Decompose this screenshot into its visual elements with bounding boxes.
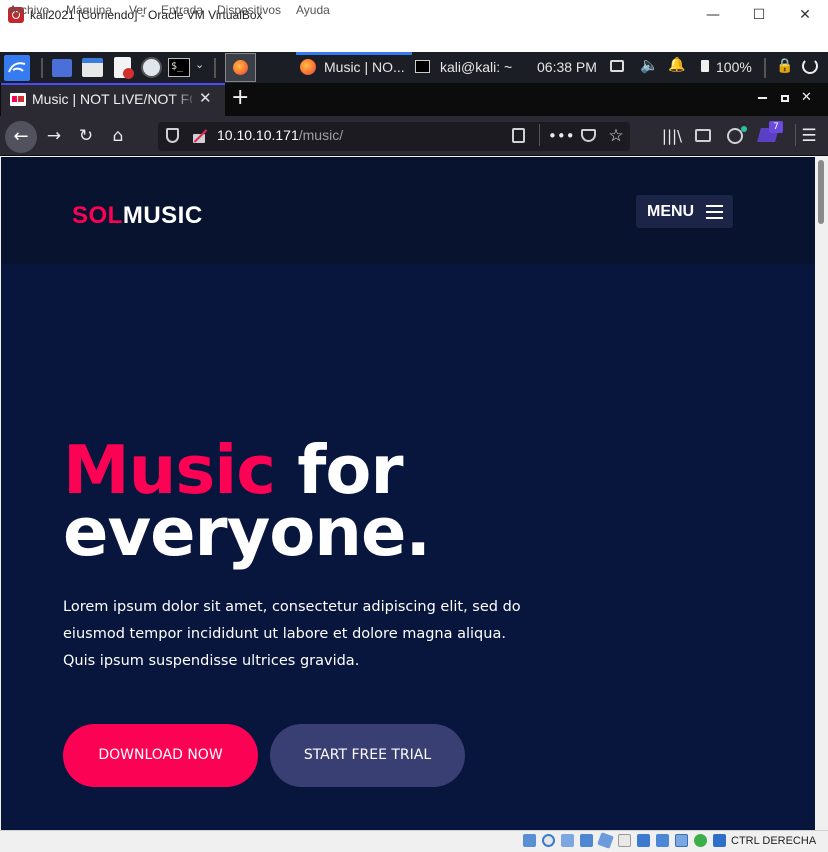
text-editor-icon[interactable] (114, 57, 134, 79)
logo-music: MUSIC (122, 202, 203, 229)
panel-clock[interactable]: 06:38 PM (537, 59, 597, 75)
site-menu-icon-line (706, 217, 723, 219)
url-text[interactable]: 10.10.10.171/music/ (217, 127, 343, 143)
close-tab-icon[interactable]: ✕ (199, 89, 212, 107)
url-host: 10.10.10.171 (217, 127, 299, 143)
site-menu-label: MENU (647, 203, 695, 220)
site-menu-icon (706, 205, 723, 207)
hard-disk-icon[interactable] (523, 834, 536, 847)
home-icon[interactable]: ⌂ (105, 122, 131, 150)
url-path: /music/ (298, 127, 344, 143)
account-status-dot (741, 126, 747, 132)
new-tab-icon[interactable]: + (231, 85, 249, 110)
page-scrollbar[interactable] (815, 157, 828, 830)
panel-separator (214, 58, 216, 78)
menu-archivo[interactable]: Archivo (9, 3, 49, 17)
terminal-launcher-icon[interactable]: $_ (168, 58, 190, 77)
panel-separator (764, 58, 766, 78)
firefox-task-icon (300, 59, 316, 75)
mouse-integration-icon[interactable] (713, 834, 726, 847)
battery-icon[interactable] (701, 60, 709, 72)
start-free-trial-button[interactable]: START FREE TRIAL (270, 724, 465, 787)
bookmark-star-icon[interactable]: ☆ (604, 122, 628, 150)
ff-maximize-button[interactable] (781, 95, 789, 102)
ff-close-button[interactable]: ✕ (801, 90, 812, 105)
task-firefox-label[interactable]: Music | NO... (324, 59, 405, 75)
file-manager-icon[interactable] (82, 58, 103, 77)
menu-ayuda[interactable]: Ayuda (296, 3, 330, 17)
hero-title: Music for everyone. (63, 437, 663, 566)
notification-bell-icon[interactable]: 🔔 (668, 57, 685, 73)
show-desktop-icon[interactable] (52, 59, 72, 77)
task-terminal-label[interactable]: kali@kali: ~ (440, 59, 512, 75)
reload-icon[interactable]: ↻ (73, 122, 99, 150)
power-icon[interactable] (802, 58, 818, 74)
virtualbox-menu-bar (0, 31, 828, 52)
panel-separator (41, 58, 43, 78)
toolbar-separator (795, 124, 796, 146)
tracking-shield-icon[interactable] (166, 128, 179, 143)
battery-percentage: 100% (716, 59, 752, 75)
shared-folders-icon[interactable] (618, 834, 631, 847)
active-task-indicator (296, 52, 412, 55)
hamburger-menu-icon[interactable]: ☰ (799, 122, 819, 150)
network-icon[interactable] (580, 834, 593, 847)
site-menu-icon-line (706, 211, 723, 213)
insecure-lock-icon[interactable] (192, 128, 208, 143)
library-icon[interactable]: |||\ (660, 122, 684, 150)
web-page: SOLMUSIC MENU Music for everyone. Lorem i… (1, 157, 815, 830)
hero-description: Lorem ipsum dolor sit amet, consectetur … (63, 599, 521, 669)
menu-ver[interactable]: Ver (129, 3, 147, 17)
host-key-label: CTRL DERECHA (731, 835, 817, 847)
tab-title: Music | NOT LIVE/NOT FOR PRODUCTION USE (32, 91, 192, 107)
volume-muted-icon[interactable]: 🔈 (640, 56, 659, 74)
optical-drive-icon[interactable] (542, 834, 555, 847)
menu-entrada[interactable]: Entrada (161, 3, 203, 17)
terminal-task-icon (415, 60, 430, 73)
virtualization-icon[interactable] (675, 834, 688, 847)
menu-dispositivos[interactable]: Dispositivos (217, 3, 281, 17)
kali-menu-icon[interactable] (4, 55, 30, 81)
display-status-icon[interactable] (637, 834, 650, 847)
workspace-1[interactable] (225, 53, 256, 82)
web-browser-icon[interactable] (141, 57, 162, 78)
recording-icon[interactable] (656, 834, 669, 847)
back-arrow-icon[interactable]: ← (5, 121, 37, 153)
logo-sol: SOL (72, 202, 123, 229)
display-icon[interactable] (610, 60, 624, 72)
tab-favicon-icon (10, 93, 26, 106)
urlbar-separator (539, 124, 540, 146)
tab-title-fade (170, 85, 198, 116)
forward-arrow-icon[interactable]: → (41, 122, 67, 150)
scrollbar-thumb[interactable] (818, 160, 824, 224)
audio-icon[interactable] (561, 834, 574, 847)
menu-maquina[interactable]: Máquina (66, 3, 112, 17)
launcher-dropdown-chevron-icon[interactable]: ⌄ (195, 58, 204, 71)
reader-view-icon[interactable] (512, 128, 525, 143)
download-now-button[interactable]: DOWNLOAD NOW (63, 724, 258, 787)
site-logo[interactable]: SOLMUSIC (72, 202, 203, 230)
maximize-window-button[interactable]: ☐ (736, 0, 782, 31)
lock-screen-icon[interactable]: 🔒 (776, 58, 793, 74)
close-window-button[interactable]: ✕ (782, 0, 828, 31)
page-actions-icon[interactable]: ••• (548, 122, 575, 150)
ff-minimize-button[interactable] (758, 97, 767, 99)
sidebar-toggle-icon[interactable] (695, 129, 711, 142)
hero-title-line2: everyone. (63, 493, 431, 571)
extension-badge: 7 (769, 121, 783, 133)
guest-additions-icon[interactable] (694, 834, 707, 847)
minimize-window-button[interactable]: — (690, 0, 736, 31)
